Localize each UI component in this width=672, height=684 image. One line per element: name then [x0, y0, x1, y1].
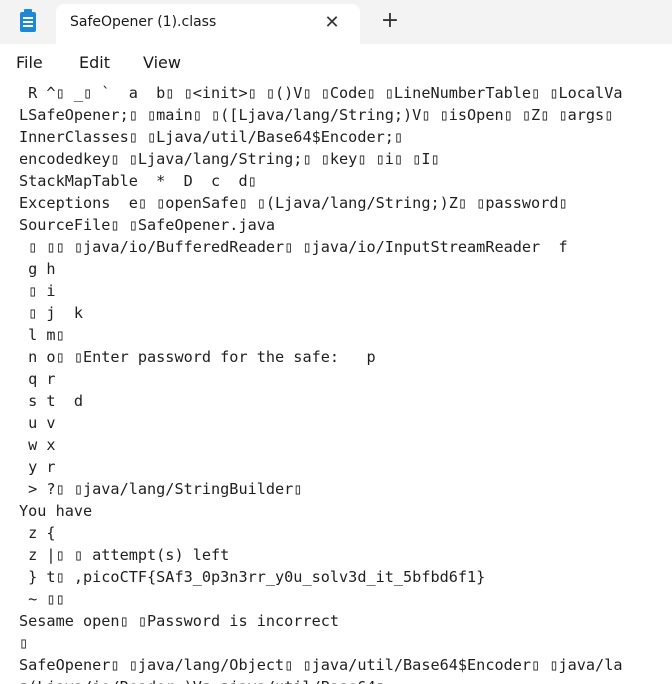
- text-line: StackMapTable * D c d▯: [19, 172, 257, 190]
- text-line: w x: [19, 436, 56, 454]
- text-line: q r: [19, 370, 56, 388]
- text-line: } t▯ ,picoCTF{SAf3_0p3n3rr_y0u_solv3d_it…: [19, 568, 486, 586]
- text-line: ▯ ▯▯ ▯java/io/BufferedReader▯ ▯java/io/I…: [19, 238, 568, 256]
- text-line: y r: [19, 458, 56, 476]
- text-line: > ?▯ ▯java/lang/StringBuilder▯: [19, 480, 303, 498]
- text-line: l m▯: [19, 326, 65, 344]
- text-line: Sesame open▯ ▯Password is incorrect: [19, 612, 340, 630]
- text-line: R ^▯ _▯ ` a b▯ ▯<init>▯ ▯()V▯ ▯Code▯ ▯Li…: [19, 84, 623, 102]
- text-line: SafeOpener▯ ▯java/lang/Object▯ ▯java/uti…: [19, 656, 623, 674]
- text-line: u v: [19, 414, 56, 432]
- text-editor[interactable]: R ^▯ _▯ ` a b▯ ▯<init>▯ ▯()V▯ ▯Code▯ ▯Li…: [0, 82, 672, 684]
- text-line: ▯: [19, 634, 29, 652]
- text-line: ▯ j k: [19, 304, 84, 322]
- text-line: InnerClasses▯ ▯Ljava/util/Base64$Encoder…: [19, 128, 404, 146]
- menu-view[interactable]: View: [143, 53, 181, 72]
- text-line: LSafeOpener;▯ ▯main▯ ▯([Ljava/lang/Strin…: [19, 106, 614, 124]
- text-line: ~ ▯▯: [19, 590, 65, 608]
- text-line: SourceFile▯ ▯SafeOpener.java: [19, 216, 276, 234]
- text-line: You have: [19, 502, 93, 520]
- text-line: n o▯ ▯Enter password for the safe: p: [19, 348, 376, 366]
- menu-edit[interactable]: Edit: [79, 53, 110, 72]
- text-line: ▯(Ljava/io/Reader;)V▯ ▯java/util/Base64▯: [19, 676, 385, 684]
- tab-title: SafeOpener (1).class: [70, 14, 217, 30]
- notepad-icon: [20, 9, 36, 32]
- menu-bar: File Edit View: [0, 44, 672, 82]
- title-bar: SafeOpener (1).class ✕ +: [0, 0, 672, 44]
- text-line: z |▯ ▯ attempt(s) left: [19, 546, 230, 564]
- text-line: z {: [19, 524, 56, 542]
- menu-file[interactable]: File: [16, 53, 43, 72]
- text-line: s t d: [19, 392, 84, 410]
- text-line: ▯ i: [19, 282, 56, 300]
- tab-safeopener-class[interactable]: SafeOpener (1).class ✕: [56, 4, 360, 44]
- text-line: encodedkey▯ ▯Ljava/lang/String;▯ ▯key▯ ▯…: [19, 150, 440, 168]
- text-line: g h: [19, 260, 56, 278]
- text-line: Exceptions e▯ ▯openSafe▯ ▯(Ljava/lang/St…: [19, 194, 568, 212]
- close-icon[interactable]: ✕: [320, 11, 344, 35]
- new-tab-button[interactable]: +: [378, 10, 402, 34]
